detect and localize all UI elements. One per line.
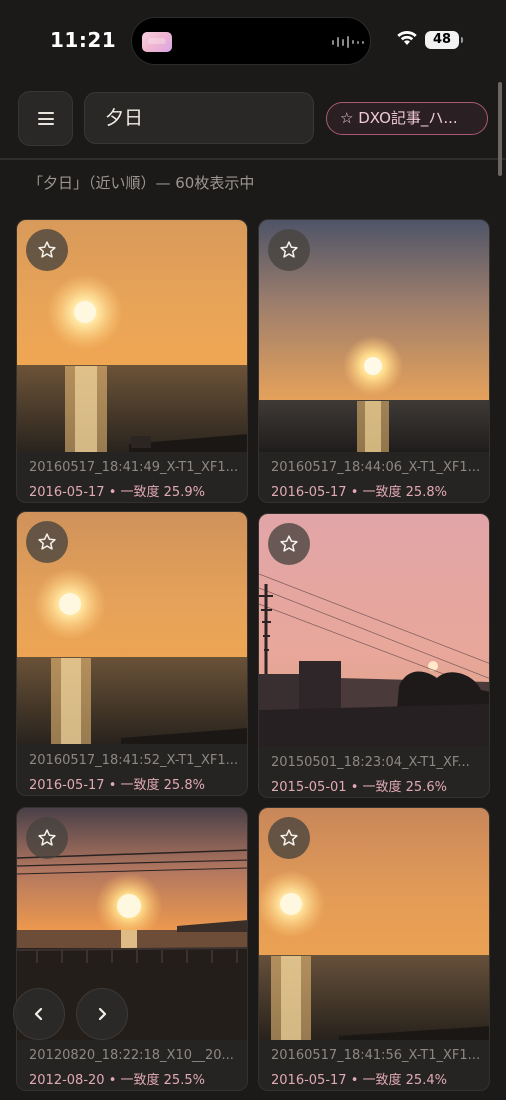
photo-filename: 20120820_18:22:18_X10__20...	[29, 1048, 234, 1063]
tag-filter-chip[interactable]: ☆ DXO記事_ハ...	[326, 102, 488, 135]
result-summary: 「夕日」（近い順）— 60枚表示中	[28, 174, 255, 192]
now-playing-artwork	[142, 32, 172, 52]
star-outline-icon	[38, 241, 56, 258]
star-outline-icon	[38, 829, 56, 846]
chevron-right-icon	[98, 1007, 107, 1021]
photo-thumbnail[interactable]	[17, 220, 247, 452]
photo-card[interactable]: 20150501_18:23:04_X-T1_XF... 2015-05-01 …	[258, 513, 490, 798]
star-outline-icon	[280, 241, 298, 258]
photo-thumbnail[interactable]	[17, 512, 247, 744]
match-score: 一致度 25.6%	[362, 780, 447, 795]
header-divider	[0, 158, 506, 160]
audio-wave-icon	[332, 36, 364, 48]
photo-card[interactable]: 20160517_18:41:52_X-T1_XF1... 2016-05-17…	[16, 511, 248, 796]
photo-filename: 20160517_18:44:06_X-T1_XF1...	[271, 460, 481, 475]
scrollbar[interactable]	[498, 82, 502, 176]
dynamic-island	[131, 17, 371, 65]
status-time: 11:21	[50, 28, 117, 52]
favorite-button[interactable]	[26, 521, 68, 563]
favorite-button[interactable]	[268, 523, 310, 565]
photo-date: 2016-05-17	[29, 778, 105, 793]
star-outline-icon	[280, 535, 298, 552]
favorite-button[interactable]	[268, 229, 310, 271]
photo-filename: 20160517_18:41:56_X-T1_XF1...	[271, 1048, 481, 1063]
next-page-button[interactable]	[76, 988, 128, 1040]
photo-card[interactable]: 20160517_18:41:56_X-T1_XF1... 2016-05-17…	[258, 807, 490, 1091]
favorite-button[interactable]	[268, 817, 310, 859]
prev-page-button[interactable]	[13, 988, 65, 1040]
match-score: 一致度 25.4%	[362, 1073, 447, 1088]
favorite-button[interactable]	[26, 817, 68, 859]
photo-filename: 20160517_18:41:52_X-T1_XF1...	[29, 753, 239, 768]
photo-card[interactable]: 20160517_18:44:06_X-T1_XF1... 2016-05-17…	[258, 219, 490, 503]
separator-dot: •	[350, 485, 359, 500]
photo-date: 2016-05-17	[271, 1073, 347, 1088]
star-outline-icon	[280, 829, 298, 846]
separator-dot: •	[108, 778, 117, 793]
photo-card[interactable]: 20160517_18:41:49_X-T1_XF1... 2016-05-17…	[16, 219, 248, 503]
status-bar: 11:21 48	[0, 0, 506, 82]
photo-date: 2016-05-17	[271, 485, 347, 500]
menu-button[interactable]	[18, 91, 73, 146]
match-score: 一致度 25.8%	[362, 485, 447, 500]
favorite-button[interactable]	[26, 229, 68, 271]
photo-filename: 20160517_18:41:49_X-T1_XF1...	[29, 460, 239, 475]
battery-indicator: 48	[425, 31, 463, 49]
photo-date: 2016-05-17	[29, 485, 105, 500]
match-score: 一致度 25.8%	[120, 778, 205, 793]
photo-thumbnail[interactable]	[259, 808, 489, 1040]
chevron-left-icon	[34, 1007, 43, 1021]
separator-dot: •	[108, 485, 117, 500]
separator-dot: •	[108, 1073, 117, 1088]
separator-dot: •	[350, 780, 359, 795]
photo-filename: 20150501_18:23:04_X-T1_XF...	[271, 755, 470, 770]
hamburger-icon	[37, 112, 54, 125]
photo-date: 2015-05-01	[271, 780, 347, 795]
photo-card[interactable]: 20120820_18:22:18_X10__20... 2012-08-20 …	[16, 807, 248, 1091]
search-input[interactable]: 夕日	[84, 92, 314, 144]
photo-date: 2012-08-20	[29, 1073, 105, 1088]
match-score: 一致度 25.5%	[120, 1073, 205, 1088]
match-score: 一致度 25.9%	[120, 485, 205, 500]
photo-thumbnail[interactable]	[259, 514, 489, 746]
photo-thumbnail[interactable]	[259, 220, 489, 452]
star-outline-icon	[38, 533, 56, 550]
wifi-icon	[397, 30, 417, 45]
separator-dot: •	[350, 1073, 359, 1088]
